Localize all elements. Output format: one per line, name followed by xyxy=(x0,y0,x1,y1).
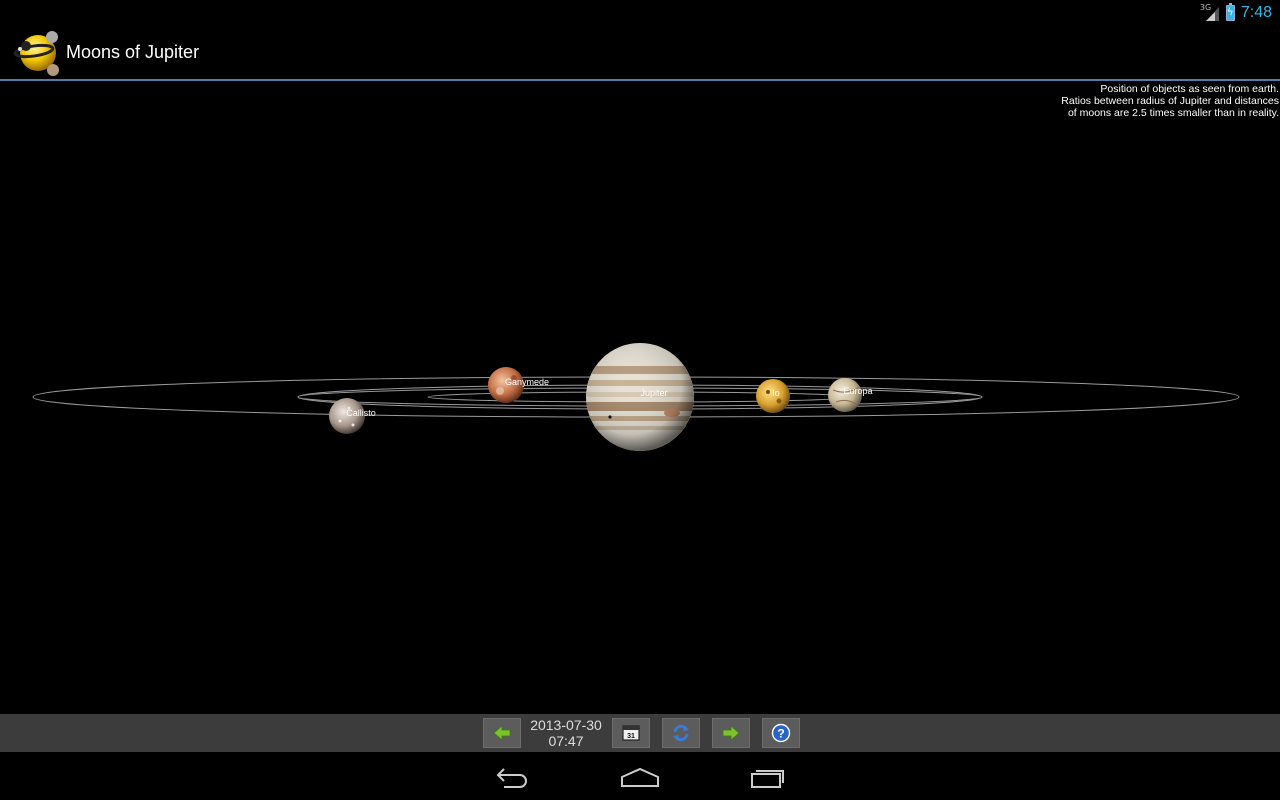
europa-label: Europa xyxy=(843,386,872,396)
svg-text:31: 31 xyxy=(627,733,635,740)
arrow-right-icon xyxy=(722,725,740,741)
io-label: Io xyxy=(772,388,780,398)
arrow-left-icon xyxy=(493,725,511,741)
app-title: Moons of Jupiter xyxy=(66,42,200,62)
datetime-display[interactable]: 2013-07-30 07:47 xyxy=(526,717,606,749)
status-clock: 7:48 xyxy=(1240,4,1272,21)
next-button[interactable] xyxy=(712,718,750,748)
help-button[interactable]: ? xyxy=(762,718,800,748)
home-icon xyxy=(621,767,659,787)
refresh-icon xyxy=(673,724,689,742)
calendar-button[interactable]: 31 xyxy=(612,718,650,748)
jupiter-label: Jupiter xyxy=(640,388,667,398)
navigation-bar xyxy=(0,752,1280,800)
status-bar: 3G ϟ 7:48 xyxy=(0,0,1280,25)
network-type: 3G xyxy=(1199,3,1212,12)
app-logo-icon[interactable] xyxy=(12,29,62,77)
calendar-icon: 31 xyxy=(622,725,640,741)
back-button[interactable] xyxy=(482,762,542,792)
signal-icon: 3G xyxy=(1199,3,1220,22)
refresh-button[interactable] xyxy=(662,718,700,748)
date-text: 2013-07-30 xyxy=(530,717,602,733)
orbit-view[interactable]: Jupiter Io Europa Ganymede Callisto xyxy=(0,81,1280,714)
home-button[interactable] xyxy=(610,762,670,792)
status-indicators: 3G ϟ 7:48 xyxy=(1199,2,1272,24)
recent-apps-icon xyxy=(751,770,784,788)
back-icon xyxy=(496,768,527,788)
previous-button[interactable] xyxy=(483,718,521,748)
help-icon: ? xyxy=(771,723,791,743)
recent-apps-button[interactable] xyxy=(738,762,798,792)
callisto-label: Callisto xyxy=(346,408,376,418)
ganymede-label: Ganymede xyxy=(505,377,549,387)
action-bar: Moons of Jupiter xyxy=(0,25,1280,79)
bottom-toolbar: 2013-07-30 07:47 31 ? xyxy=(0,714,1280,752)
time-text: 07:47 xyxy=(548,733,584,749)
battery-icon: ϟ xyxy=(1225,3,1235,21)
svg-text:?: ? xyxy=(777,727,784,741)
